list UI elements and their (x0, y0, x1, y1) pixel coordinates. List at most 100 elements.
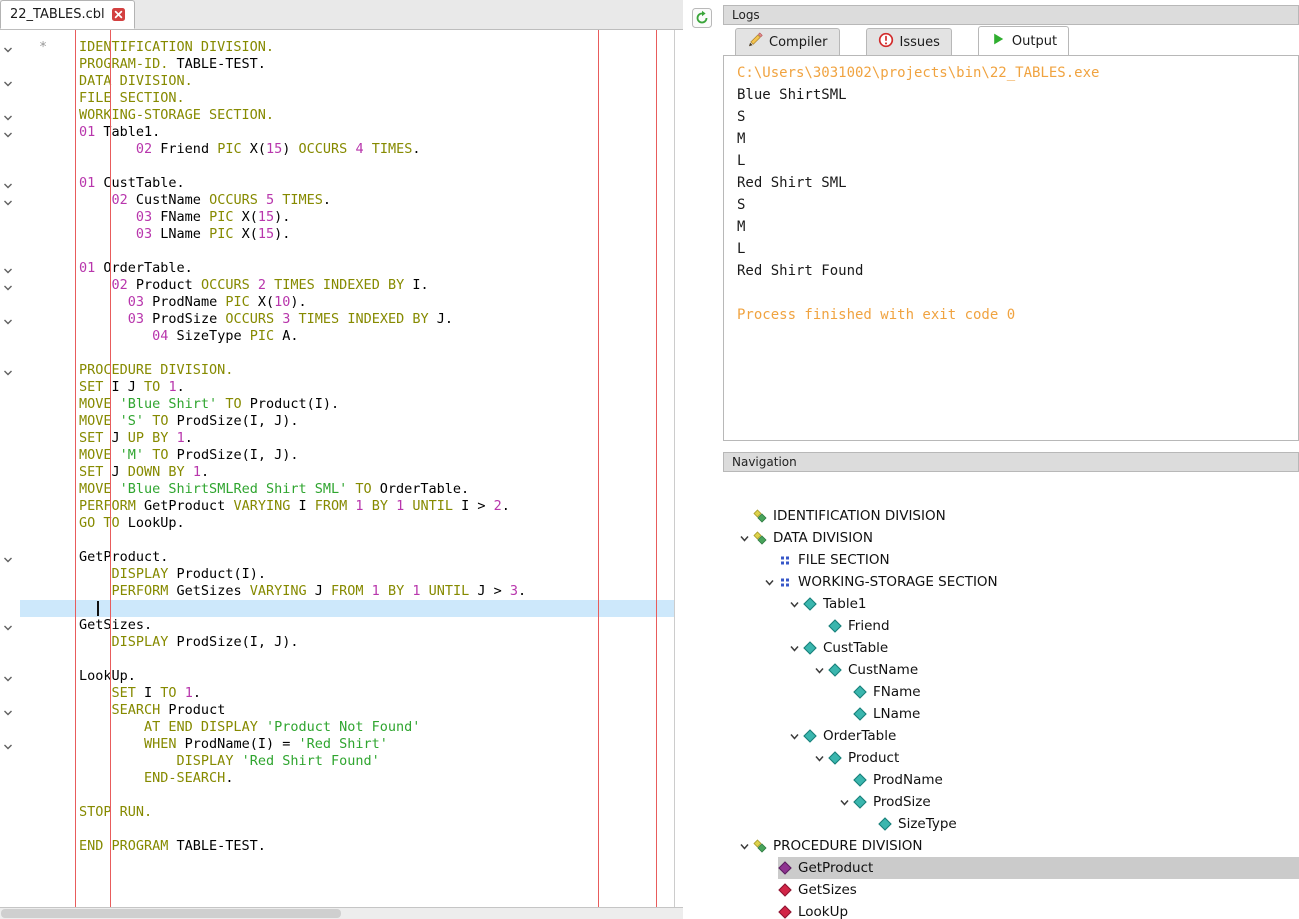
tree-item-data-division[interactable]: DATA DIVISION (723, 527, 1299, 549)
tree-item-friend[interactable]: Friend (723, 615, 1299, 637)
tree-item-getsizes[interactable]: GetSizes (723, 879, 1299, 901)
code-line[interactable]: SET I J TO 1. (20, 379, 674, 396)
code-line[interactable]: MOVE 'S' TO ProdSize(I, J). (20, 413, 674, 430)
code-line[interactable]: PERFORM GetSizes VARYING J FROM 1 BY 1 U… (20, 583, 674, 600)
code-line[interactable]: LookUp. (20, 668, 674, 685)
code-line[interactable] (20, 243, 674, 260)
code-line[interactable]: DISPLAY 'Red Shirt Found' (20, 753, 674, 770)
code-line[interactable]: GetSizes. (20, 617, 674, 634)
tree-item-custtable[interactable]: CustTable (723, 637, 1299, 659)
fold-chevron-icon[interactable] (2, 551, 16, 565)
code-line[interactable]: IDENTIFICATION DIVISION. (20, 39, 674, 56)
tree-item-table1[interactable]: Table1 (723, 593, 1299, 615)
code-line[interactable]: PROCEDURE DIVISION. (20, 362, 674, 379)
fold-chevron-icon[interactable] (2, 619, 16, 633)
tree-item-product[interactable]: Product (723, 747, 1299, 769)
log-tab-output[interactable]: Output (977, 26, 1070, 55)
expander-icon[interactable] (810, 663, 828, 677)
tree-item-sizetype[interactable]: SizeType (723, 813, 1299, 835)
code-line[interactable] (20, 345, 674, 362)
fold-chevron-icon[interactable] (2, 738, 16, 752)
fold-chevron-icon[interactable] (2, 262, 16, 276)
code-line[interactable]: MOVE 'Blue ShirtSMLRed Shirt SML' TO Ord… (20, 481, 674, 498)
code-line[interactable]: 03 FName PIC X(15). (20, 209, 674, 226)
code-line[interactable]: GetProduct. (20, 549, 674, 566)
code-line[interactable]: 03 ProdName PIC X(10). (20, 294, 674, 311)
tree-item-prodsize[interactable]: ProdSize (723, 791, 1299, 813)
fold-chevron-icon[interactable] (2, 177, 16, 191)
fold-chevron-icon[interactable] (2, 364, 16, 378)
expander-icon[interactable] (810, 751, 828, 765)
tree-item-working-storage-section[interactable]: WORKING-STORAGE SECTION (723, 571, 1299, 593)
fold-chevron-icon[interactable] (2, 109, 16, 123)
fold-chevron-icon[interactable] (2, 670, 16, 684)
tree-item-procedure-division[interactable]: PROCEDURE DIVISION (723, 835, 1299, 857)
code-line[interactable]: DISPLAY ProdSize(I, J). (20, 634, 674, 651)
fold-chevron-icon[interactable] (2, 75, 16, 89)
tree-item-lookup[interactable]: LookUp (723, 901, 1299, 919)
fold-chevron-icon[interactable] (2, 194, 16, 208)
code-line[interactable]: 04 SizeType PIC A. (20, 328, 674, 345)
expander-icon[interactable] (785, 729, 803, 743)
output-console[interactable]: C:\Users\3031002\projects\bin\22_TABLES.… (723, 55, 1299, 441)
fold-chevron-icon[interactable] (2, 313, 16, 327)
tree-item-file-section[interactable]: FILE SECTION (723, 549, 1299, 571)
log-tab-issues[interactable]: Issues (865, 28, 952, 55)
tree-item-ordertable[interactable]: OrderTable (723, 725, 1299, 747)
code-line[interactable] (20, 821, 674, 838)
code-line[interactable]: FILE SECTION. (20, 90, 674, 107)
fold-chevron-icon[interactable] (2, 704, 16, 718)
code-line[interactable]: SET I TO 1. (20, 685, 674, 702)
code-line[interactable]: 01 CustTable. (20, 175, 674, 192)
horizontal-scrollbar[interactable] (0, 907, 683, 919)
code-line[interactable]: 01 OrderTable. (20, 260, 674, 277)
code-line[interactable]: AT END DISPLAY 'Product Not Found' (20, 719, 674, 736)
code-line[interactable]: WORKING-STORAGE SECTION. (20, 107, 674, 124)
code-line[interactable]: SEARCH Product (20, 702, 674, 719)
code-line[interactable]: PERFORM GetProduct VARYING I FROM 1 BY 1… (20, 498, 674, 515)
expander-icon[interactable] (760, 575, 778, 589)
code-line[interactable]: 02 Friend PIC X(15) OCCURS 4 TIMES. (20, 141, 674, 158)
refresh-icon[interactable] (692, 8, 712, 28)
scrollbar-thumb[interactable] (1, 909, 341, 918)
file-tab[interactable]: 22_TABLES.cbl (0, 0, 135, 29)
code-line[interactable]: PROGRAM-ID. TABLE-TEST. (20, 56, 674, 73)
tree-item-getproduct[interactable]: GetProduct (723, 857, 1299, 879)
tab-close-icon[interactable] (111, 8, 125, 21)
code-line[interactable]: END-SEARCH. (20, 770, 674, 787)
code-line[interactable]: 01 Table1. (20, 124, 674, 141)
code-line[interactable]: 03 LName PIC X(15). (20, 226, 674, 243)
code-line[interactable]: GO TO LookUp. (20, 515, 674, 532)
expander-icon[interactable] (735, 531, 753, 545)
expander-icon[interactable] (785, 641, 803, 655)
expander-icon[interactable] (785, 597, 803, 611)
expander-icon[interactable] (835, 795, 853, 809)
code-line[interactable] (20, 158, 674, 175)
code-line[interactable]: 02 CustName OCCURS 5 TIMES. (20, 192, 674, 209)
expander-icon[interactable] (735, 839, 753, 853)
code-line[interactable] (20, 532, 674, 549)
tree-item-lname[interactable]: LName (723, 703, 1299, 725)
log-tab-compiler[interactable]: Compiler (735, 28, 840, 55)
code-line[interactable] (20, 787, 674, 804)
fold-chevron-icon[interactable] (2, 41, 16, 55)
code-line[interactable]: 03 ProdSize OCCURS 3 TIMES INDEXED BY J. (20, 311, 674, 328)
code-line[interactable]: WHEN ProdName(I) = 'Red Shirt' (20, 736, 674, 753)
tree-item-identification-division[interactable]: IDENTIFICATION DIVISION (723, 505, 1299, 527)
code-line[interactable]: SET J UP BY 1. (20, 430, 674, 447)
code-line[interactable]: STOP RUN. (20, 804, 674, 821)
tree-item-prodname[interactable]: ProdName (723, 769, 1299, 791)
code-line[interactable]: DISPLAY Product(I). (20, 566, 674, 583)
tree-item-fname[interactable]: FName (723, 681, 1299, 703)
tree-item-custname[interactable]: CustName (723, 659, 1299, 681)
code-line[interactable] (20, 600, 674, 617)
code-line[interactable]: END PROGRAM TABLE-TEST. (20, 838, 674, 855)
code-line[interactable]: MOVE 'Blue Shirt' TO Product(I). (20, 396, 674, 413)
code-line[interactable] (20, 651, 674, 668)
code-line[interactable]: MOVE 'M' TO ProdSize(I, J). (20, 447, 674, 464)
fold-chevron-icon[interactable] (2, 126, 16, 140)
code-editor[interactable]: * IDENTIFICATION DIVISION. PROGRAM-ID. TA… (0, 30, 675, 907)
code-line[interactable]: 02 Product OCCURS 2 TIMES INDEXED BY I. (20, 277, 674, 294)
code-line[interactable]: DATA DIVISION. (20, 73, 674, 90)
fold-chevron-icon[interactable] (2, 279, 16, 293)
